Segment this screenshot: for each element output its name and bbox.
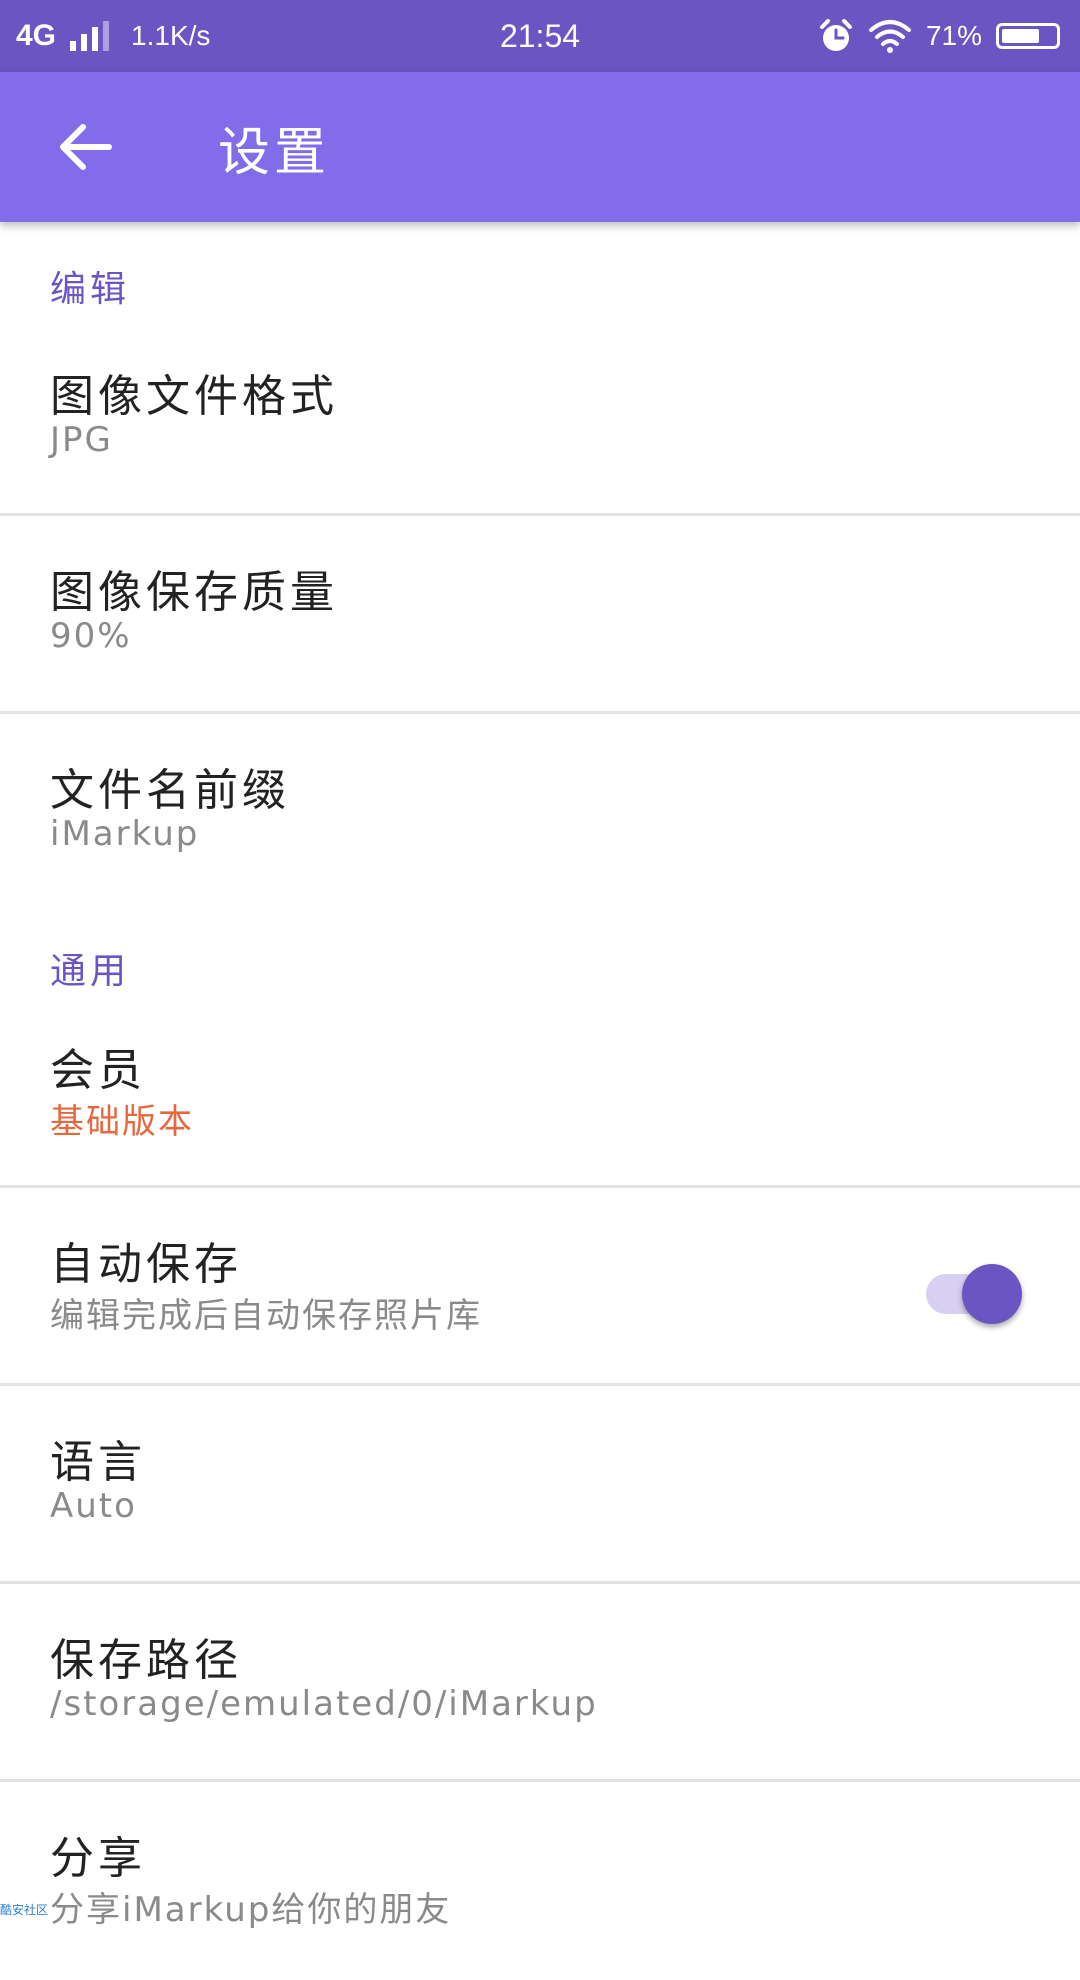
alarm-icon bbox=[818, 18, 854, 54]
toggle-thumb bbox=[962, 1264, 1022, 1324]
pref-title: 图像文件格式 bbox=[50, 360, 338, 424]
pref-membership[interactable]: 会员 基础版本 bbox=[0, 1004, 1080, 1188]
settings-list: 编辑 图像文件格式 JPG 图像保存质量 90% 文件名前缀 iMarkup 通… bbox=[0, 222, 1080, 1980]
pref-image-format[interactable]: 图像文件格式 JPG bbox=[0, 322, 1080, 516]
pref-summary: 分享iMarkup给你的朋友 bbox=[50, 1882, 451, 1931]
section-header-general: 通用 bbox=[0, 894, 1080, 1004]
pref-summary: 90% bbox=[50, 616, 132, 656]
pref-summary: /storage/emulated/0/iMarkup bbox=[50, 1684, 598, 1724]
auto-save-toggle[interactable] bbox=[926, 1256, 1022, 1316]
pref-summary-membership: 基础版本 bbox=[50, 1094, 194, 1143]
status-right: 71% bbox=[818, 0, 1060, 72]
pref-title: 会员 bbox=[50, 1034, 146, 1098]
pref-title: 图像保存质量 bbox=[50, 556, 338, 620]
pref-title: 语言 bbox=[50, 1426, 146, 1490]
pref-share[interactable]: 分享 分享iMarkup给你的朋友 bbox=[0, 1782, 1080, 1980]
pref-file-prefix[interactable]: 文件名前缀 iMarkup bbox=[0, 714, 1080, 894]
section-header-edit: 编辑 bbox=[0, 222, 1080, 322]
pref-title: 自动保存 bbox=[50, 1228, 242, 1292]
back-button[interactable] bbox=[40, 112, 130, 182]
status-bar: 4G 1.1K/s 21:54 71% bbox=[0, 0, 1080, 72]
pref-auto-save[interactable]: 自动保存 编辑完成后自动保存照片库 bbox=[0, 1188, 1080, 1386]
pref-summary: 编辑完成后自动保存照片库 bbox=[50, 1288, 482, 1337]
battery-icon bbox=[996, 23, 1060, 49]
status-time: 21:54 bbox=[500, 18, 580, 55]
pref-language[interactable]: 语言 Auto bbox=[0, 1386, 1080, 1584]
pref-summary: iMarkup bbox=[50, 814, 199, 854]
app-bar: 设置 bbox=[0, 72, 1080, 222]
pref-save-path[interactable]: 保存路径 /storage/emulated/0/iMarkup bbox=[0, 1584, 1080, 1782]
battery-percent: 71% bbox=[926, 20, 982, 52]
pref-title: 文件名前缀 bbox=[50, 754, 290, 818]
pref-title: 保存路径 bbox=[50, 1624, 242, 1688]
arrow-left-icon bbox=[57, 122, 113, 172]
wifi-icon bbox=[868, 18, 912, 54]
pref-summary: JPG bbox=[50, 420, 113, 460]
pref-title: 分享 bbox=[50, 1822, 146, 1886]
pref-summary: Auto bbox=[50, 1486, 137, 1526]
watermark: 酷安社区 bbox=[0, 1901, 48, 1918]
page-title: 设置 bbox=[218, 72, 330, 222]
pref-image-quality[interactable]: 图像保存质量 90% bbox=[0, 516, 1080, 714]
